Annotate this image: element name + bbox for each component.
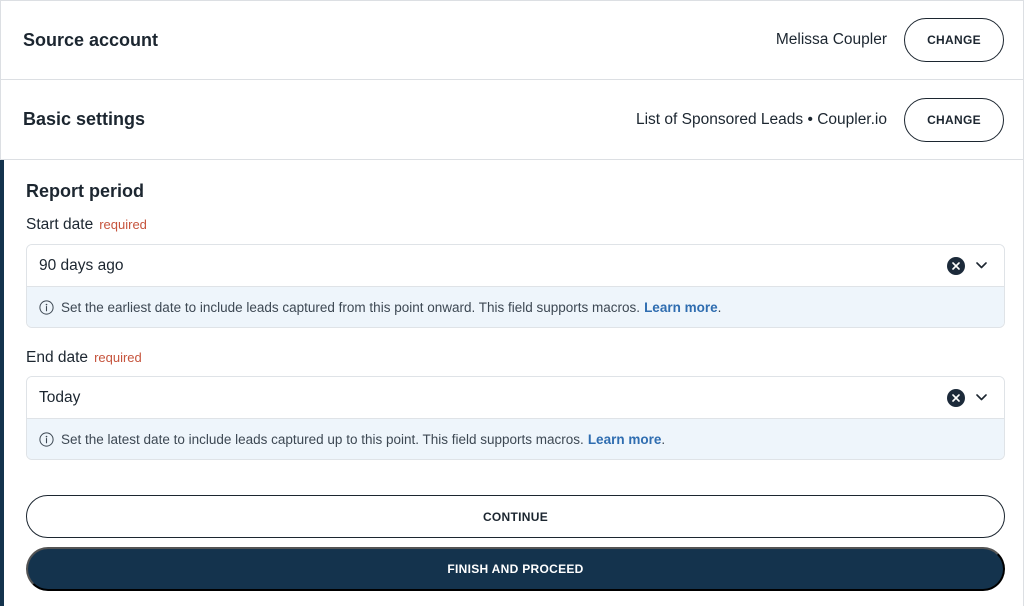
chevron-down-icon[interactable] <box>974 391 988 405</box>
source-account-row: Source account Melissa Coupler CHANGE <box>0 0 1024 80</box>
continue-button[interactable]: CONTINUE <box>26 495 1005 538</box>
basic-settings-title: Basic settings <box>23 109 146 129</box>
start-date-controls <box>947 256 988 275</box>
start-date-label: Start date required <box>26 216 147 234</box>
end-date-controls <box>947 388 988 407</box>
close-circle-icon[interactable] <box>947 388 965 407</box>
source-account-value: Melissa Coupler <box>775 31 887 48</box>
start-date-label-text: Start date <box>26 216 94 233</box>
report-period-section: Report period Start date required 90 days… <box>0 160 1024 606</box>
start-date-required: required <box>99 217 147 232</box>
start-date-hint-suffix: . <box>717 300 722 315</box>
finish-and-proceed-button[interactable]: FINISH AND PROCEED <box>26 547 1005 591</box>
end-date-select[interactable]: Today <box>27 377 1004 419</box>
info-icon <box>39 300 54 315</box>
end-date-value: Today <box>39 388 81 406</box>
basic-settings-right: List of Sponsored Leads • Coupler.io CHA… <box>635 97 1004 142</box>
end-date-hint-suffix: . <box>661 432 666 447</box>
source-account-title: Source account <box>23 29 159 50</box>
start-date-hint-text: Set the earliest date to include leads c… <box>61 300 641 315</box>
close-circle-icon[interactable] <box>947 256 965 275</box>
basic-settings-row: Basic settings List of Sponsored Leads •… <box>0 80 1024 160</box>
end-date-hint-text: Set the latest date to include leads cap… <box>61 432 584 447</box>
start-date-learn-more-link[interactable]: Learn more <box>644 300 718 315</box>
end-date-learn-more-link[interactable]: Learn more <box>588 432 662 447</box>
chevron-down-icon[interactable] <box>974 259 988 273</box>
start-date-field: 90 days ago Set the earliest date to inc… <box>26 244 1005 328</box>
report-period-title: Report period <box>26 181 145 201</box>
basic-settings-value: List of Sponsored Leads • Coupler.io <box>635 110 887 128</box>
source-account-change-button[interactable]: CHANGE <box>904 18 1004 62</box>
info-icon <box>39 432 54 447</box>
source-account-right: Melissa Coupler CHANGE <box>776 18 1004 62</box>
basic-settings-change-button[interactable]: CHANGE <box>904 97 1004 142</box>
end-date-label: End date required <box>26 349 142 367</box>
end-date-label-text: End date <box>26 349 89 366</box>
end-date-hint: Set the latest date to include leads cap… <box>27 419 1004 459</box>
start-date-hint: Set the earliest date to include leads c… <box>27 287 1004 327</box>
end-date-required: required <box>94 350 142 365</box>
end-date-field: Today Set the latest date to include lea… <box>26 376 1005 460</box>
start-date-select[interactable]: 90 days ago <box>27 245 1004 287</box>
start-date-value: 90 days ago <box>39 256 124 274</box>
